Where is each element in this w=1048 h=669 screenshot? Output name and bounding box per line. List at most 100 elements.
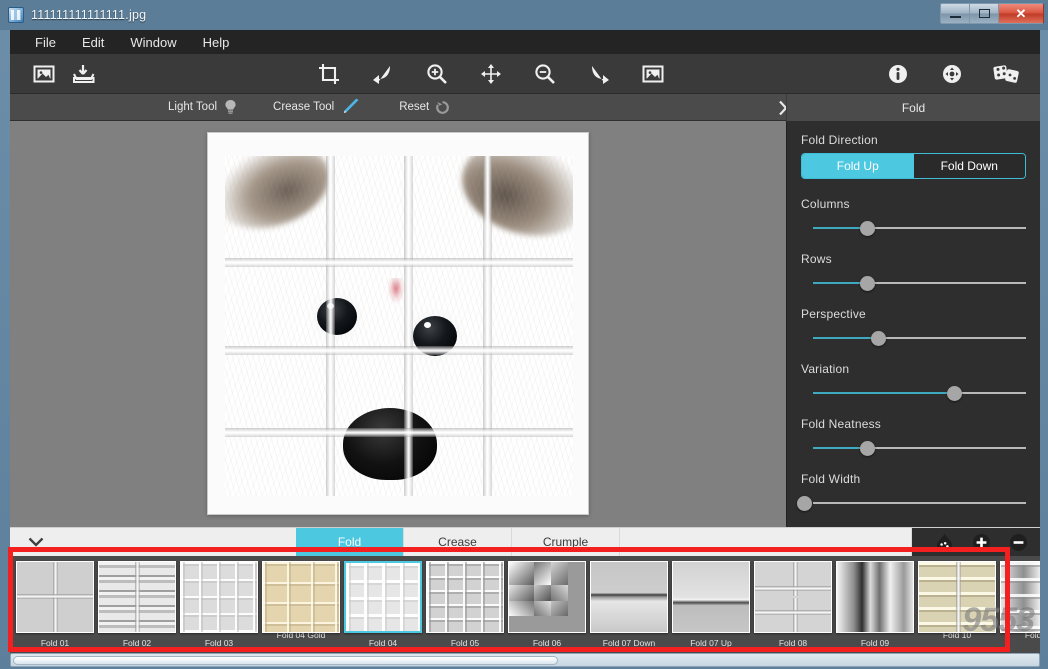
thumbnail-fold-06[interactable]: Fold 06 bbox=[508, 561, 586, 648]
thumbnail-image[interactable] bbox=[508, 561, 586, 633]
thumbnail-image[interactable] bbox=[98, 561, 176, 633]
rows-knob[interactable] bbox=[860, 276, 875, 291]
application-window: 111111111111111.jpg ✕ File Edit Window H… bbox=[0, 0, 1048, 669]
thumbnail-fold-05[interactable]: Fold 05 bbox=[426, 561, 504, 648]
zoom-out-button[interactable] bbox=[525, 54, 565, 94]
scrollbar-thumb[interactable] bbox=[13, 656, 558, 665]
thumbnail-image[interactable] bbox=[180, 561, 258, 633]
thumbnail-image[interactable] bbox=[1000, 561, 1040, 633]
thumbnail-image[interactable] bbox=[16, 561, 94, 633]
fold-down-option[interactable]: Fold Down bbox=[914, 154, 1026, 178]
crease-tool-control[interactable]: Crease Tool bbox=[273, 98, 363, 116]
pattern-cross-2x3 bbox=[755, 562, 831, 632]
thumbnail-image[interactable] bbox=[672, 561, 750, 633]
thumbnail-image[interactable] bbox=[262, 561, 340, 633]
reset-label: Reset bbox=[399, 101, 429, 113]
slider-columns: Columns bbox=[801, 197, 1026, 237]
thumbnail-image[interactable] bbox=[754, 561, 832, 633]
thumbnail-label: Fold 04 bbox=[344, 638, 422, 648]
remove-preset-button[interactable] bbox=[1009, 533, 1028, 552]
menu-edit[interactable]: Edit bbox=[69, 32, 117, 53]
variation-track-fill bbox=[813, 392, 959, 394]
perspective-slider[interactable] bbox=[801, 329, 1026, 347]
fit-image-button[interactable] bbox=[633, 54, 673, 94]
thumbnail-fold-04-gold[interactable]: Fold 04 Gold bbox=[262, 561, 340, 640]
presets-button[interactable] bbox=[986, 54, 1026, 94]
dog-eye-right bbox=[413, 316, 457, 356]
collapse-presets-button[interactable] bbox=[10, 528, 62, 556]
thumbnail-fold-10-gold[interactable]: Fold 10 bbox=[918, 561, 996, 640]
light-tool-control[interactable]: Light Tool bbox=[168, 99, 237, 115]
preset-thumbnail-strip[interactable]: Fold 01 Fold 02 Fold 03 bbox=[10, 556, 1040, 654]
thumbnail-fold-04[interactable]: Fold 04 bbox=[344, 561, 422, 648]
fold-width-slider[interactable] bbox=[801, 494, 1026, 512]
pattern-half-down bbox=[591, 562, 667, 632]
close-button[interactable]: ✕ bbox=[998, 3, 1044, 24]
save-image-button[interactable] bbox=[64, 54, 104, 94]
thumbnail-label: Fold 01 bbox=[16, 638, 94, 648]
columns-slider[interactable] bbox=[801, 219, 1026, 237]
menu-help[interactable]: Help bbox=[190, 32, 243, 53]
fold-width-knob[interactable] bbox=[797, 496, 812, 511]
menu-window[interactable]: Window bbox=[117, 32, 189, 53]
tab-crease[interactable]: Crease bbox=[404, 528, 512, 556]
zoom-in-button[interactable] bbox=[417, 54, 457, 94]
variation-slider[interactable] bbox=[801, 384, 1026, 402]
variation-knob[interactable] bbox=[947, 386, 962, 401]
crop-tool-button[interactable] bbox=[309, 54, 349, 94]
menu-file[interactable]: File bbox=[22, 32, 69, 53]
panel-title: Fold bbox=[902, 101, 925, 115]
perspective-knob[interactable] bbox=[871, 331, 886, 346]
fold-neatness-slider[interactable] bbox=[801, 439, 1026, 457]
columns-knob[interactable] bbox=[860, 221, 875, 236]
horizontal-scrollbar[interactable] bbox=[10, 653, 1040, 667]
maximize-icon bbox=[979, 9, 990, 18]
add-preset-button[interactable] bbox=[972, 533, 991, 552]
tab-crumple[interactable]: Crumple bbox=[512, 528, 620, 556]
minimize-button[interactable] bbox=[940, 3, 969, 24]
open-image-button[interactable] bbox=[24, 54, 64, 94]
thumbnail-fold-07-down[interactable]: Fold 07 Down bbox=[590, 561, 668, 648]
thumbnail-fold-08[interactable]: Fold 08 bbox=[754, 561, 832, 648]
rows-slider[interactable] bbox=[801, 274, 1026, 292]
redo-button[interactable] bbox=[579, 54, 619, 94]
canvas-sheet[interactable] bbox=[207, 132, 589, 515]
maximize-button[interactable] bbox=[969, 3, 998, 24]
fold-up-option[interactable]: Fold Up bbox=[802, 154, 914, 178]
random-preset-button[interactable] bbox=[935, 533, 954, 552]
info-button[interactable] bbox=[878, 54, 918, 94]
thumbnail-image[interactable] bbox=[918, 561, 996, 633]
thumbnail-image[interactable] bbox=[426, 561, 504, 633]
thumbnail-image[interactable] bbox=[836, 561, 914, 633]
thumbnail-image[interactable] bbox=[344, 561, 422, 633]
image-file-icon bbox=[8, 7, 24, 23]
pattern-cols-rows bbox=[1001, 562, 1040, 632]
canvas-area[interactable] bbox=[10, 121, 786, 527]
menu-bar: File Edit Window Help bbox=[10, 30, 1040, 54]
close-icon: ✕ bbox=[1016, 6, 1027, 22]
pencil-icon[interactable] bbox=[341, 98, 363, 116]
thumbnail-fold-09[interactable]: Fold 09 bbox=[836, 561, 914, 648]
slider-rows: Rows bbox=[801, 252, 1026, 292]
thumbnail-fold-01[interactable]: Fold 01 bbox=[16, 561, 94, 648]
lightbulb-icon[interactable] bbox=[224, 99, 237, 115]
thumbnail-label: Fold 03 bbox=[180, 638, 258, 648]
thumbnail-image[interactable] bbox=[590, 561, 668, 633]
undo-button[interactable] bbox=[363, 54, 403, 94]
thumbnail-fold-03[interactable]: Fold 03 bbox=[180, 561, 258, 648]
pan-tool-button[interactable] bbox=[471, 54, 511, 94]
refresh-icon[interactable] bbox=[436, 101, 449, 114]
thumbnail-fold-10[interactable]: Fold 10 bbox=[1000, 561, 1040, 640]
preview-image[interactable] bbox=[225, 156, 573, 496]
settings-button[interactable] bbox=[932, 54, 972, 94]
fold-neatness-knob[interactable] bbox=[860, 441, 875, 456]
thumbnail-fold-07-up[interactable]: Fold 07 Up bbox=[672, 561, 750, 648]
redo-arrow-icon bbox=[588, 64, 610, 84]
tab-fold[interactable]: Fold bbox=[296, 528, 404, 556]
preset-tab-bar: Fold Crease Crumple bbox=[10, 527, 1040, 556]
fold-direction-segmented-control[interactable]: Fold Up Fold Down bbox=[801, 153, 1026, 179]
reset-control[interactable]: Reset bbox=[399, 101, 449, 114]
thumbnail-fold-02[interactable]: Fold 02 bbox=[98, 561, 176, 648]
dog-nose bbox=[343, 408, 437, 480]
properties-panel: Fold Direction Fold Up Fold Down Columns bbox=[786, 121, 1040, 527]
